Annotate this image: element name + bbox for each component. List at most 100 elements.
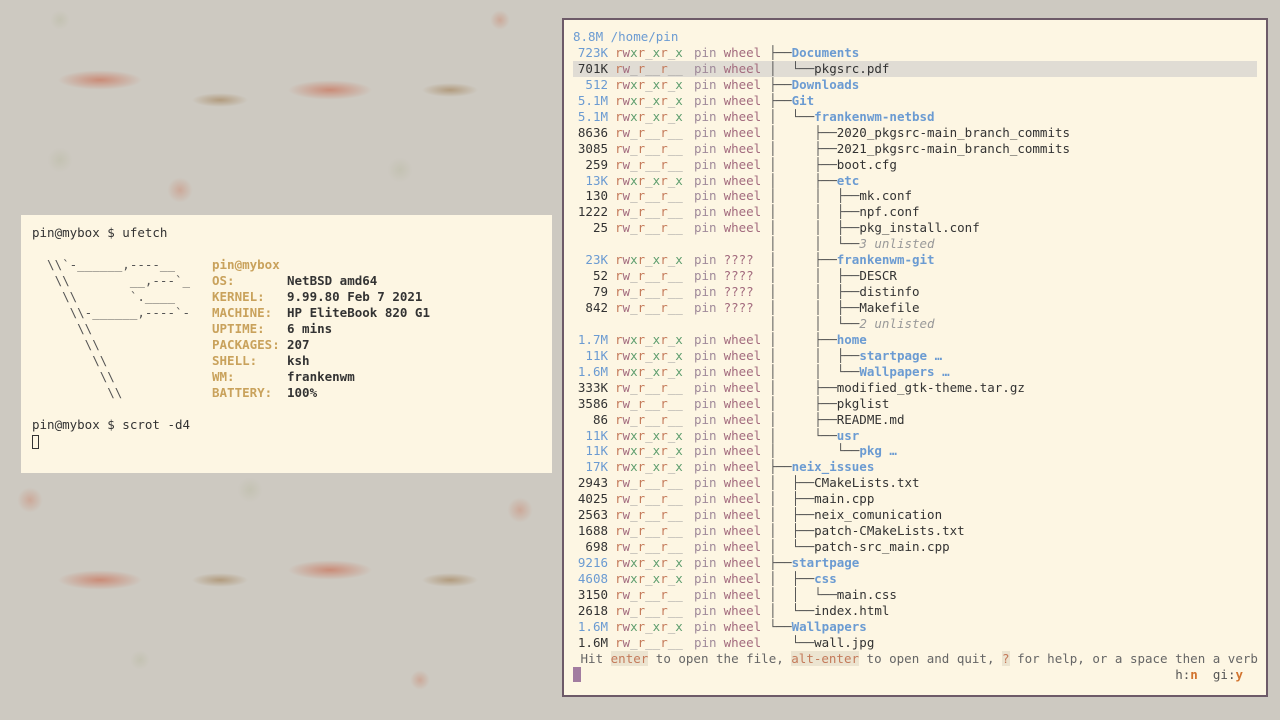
- directory-name[interactable]: Documents: [792, 45, 860, 60]
- tree-row-directory[interactable]: 723K rwxr_xr_x pin wheel ├──Documents: [573, 45, 1257, 61]
- file-name[interactable]: DESCR: [859, 268, 897, 283]
- permissions: rwxr_xr_x: [615, 443, 683, 459]
- owner: pin: [694, 427, 717, 443]
- tree-row-file[interactable]: 3586 rw_r__r__ pin wheel │ ├──pkglist: [573, 396, 1257, 412]
- group: ????: [723, 300, 754, 315]
- tree-row-directory[interactable]: 4608 rwxr_xr_x pin wheel │ ├──css: [573, 571, 1257, 587]
- file-name[interactable]: patch-src_main.cpp: [814, 539, 949, 554]
- directory-name[interactable]: Wallpapers: [792, 619, 867, 634]
- tree-row-file[interactable]: 86 rw_r__r__ pin wheel │ ├──README.md: [573, 412, 1257, 428]
- file-name[interactable]: pkg_install.conf: [859, 220, 979, 235]
- unlisted-entry[interactable]: │ │ └──3 unlisted: [573, 236, 1257, 252]
- tree-row-directory[interactable]: 1.7M rwxr_xr_x pin wheel │ ├──home: [573, 332, 1257, 348]
- group: wheel: [723, 220, 762, 236]
- file-name[interactable]: index.html: [814, 603, 889, 618]
- tree-row-file[interactable]: 1688 rw_r__r__ pin wheel │ ├──patch-CMakeLis…: [573, 523, 1257, 539]
- tree-row-file[interactable]: 3150 rw_r__r__ pin wheel │ │ └──main.css: [573, 587, 1257, 603]
- permissions: rwxr_xr_x: [615, 427, 683, 443]
- directory-name[interactable]: pkg …: [859, 443, 897, 458]
- directory-name[interactable]: usr: [837, 428, 860, 443]
- tree-row-directory[interactable]: 13K rwxr_xr_x pin wheel │ ├──etc: [573, 173, 1257, 189]
- group: wheel: [723, 347, 762, 363]
- tree-row-directory[interactable]: 1.6M rwxr_xr_x pin wheel │ │ └──Wallpapers …: [573, 364, 1257, 380]
- file-name[interactable]: npf.conf: [859, 204, 919, 219]
- file-name[interactable]: 2020_pkgsrc-main_branch_commits: [837, 125, 1070, 140]
- file-name[interactable]: README.md: [837, 412, 905, 427]
- file-name[interactable]: neix_comunication: [814, 507, 942, 522]
- directory-name[interactable]: home: [837, 332, 867, 347]
- tree-row-file[interactable]: 3085 rw_r__r__ pin wheel │ ├──2021_pkgsrc-ma…: [573, 141, 1257, 157]
- tree-row-file[interactable]: 1.6M rw_r__r__ pin wheel └──wall.jpg: [573, 635, 1257, 651]
- file-name[interactable]: patch-CMakeLists.txt: [814, 523, 965, 538]
- file-name[interactable]: wall.jpg: [814, 635, 874, 650]
- tree-row-file[interactable]: 79 rw_r__r__ pin???? │ │ ├──distinfo: [573, 284, 1257, 300]
- tree-row-directory[interactable]: 11K rwxr_xr_x pin wheel │ └──pkg …: [573, 443, 1257, 459]
- tree-row-file[interactable]: 25 rw_r__r__ pin wheel │ │ ├──pkg_install.co…: [573, 220, 1257, 236]
- tree-branch: ├──: [769, 45, 792, 60]
- info-shell: SHELL: ksh: [212, 353, 310, 368]
- tree-row-file[interactable]: 8636 rw_r__r__ pin wheel │ ├──2020_pkgsrc-ma…: [573, 125, 1257, 141]
- file-name[interactable]: pkgsrc.pdf: [814, 61, 889, 76]
- directory-name[interactable]: Git: [792, 93, 815, 108]
- tree-row-directory[interactable]: 1.6M rwxr_xr_x pin wheel └──Wallpapers: [573, 619, 1257, 635]
- terminal-window[interactable]: pin@mybox $ ufetch \\`-______,----__ \\ …: [21, 215, 552, 473]
- file-name[interactable]: distinfo: [859, 284, 919, 299]
- directory-name[interactable]: Downloads: [792, 77, 860, 92]
- directory-name[interactable]: startpage: [792, 555, 860, 570]
- info-battery: BATTERY: 100%: [212, 385, 318, 400]
- group: wheel: [723, 331, 762, 347]
- tree-row-file[interactable]: 2943 rw_r__r__ pin wheel │ ├──CMakeLists.txt: [573, 475, 1257, 491]
- directory-name[interactable]: Wallpapers …: [859, 364, 949, 379]
- tree-row-directory[interactable]: 11K rwxr_xr_x pin wheel │ └──usr: [573, 428, 1257, 444]
- file-name[interactable]: boot.cfg: [837, 157, 897, 172]
- tree-row-directory[interactable]: 9216 rwxr_xr_x pin wheel ├──startpage: [573, 555, 1257, 571]
- permissions: rw_r__r__: [615, 268, 683, 284]
- tree-row-file[interactable]: 2618 rw_r__r__ pin wheel │ └──index.html: [573, 603, 1257, 619]
- directory-name[interactable]: etc: [837, 173, 860, 188]
- directory-name[interactable]: frankenwm-git: [837, 252, 935, 267]
- tree-row-file[interactable]: 52 rw_r__r__ pin???? │ │ ├──DESCR: [573, 268, 1257, 284]
- unlisted-count[interactable]: 3 unlisted: [859, 236, 934, 251]
- owner: pin: [694, 188, 717, 204]
- tree-row-directory[interactable]: 11K rwxr_xr_x pin wheel │ │ ├──startpage …: [573, 348, 1257, 364]
- group: wheel: [723, 76, 762, 92]
- tree-row-file[interactable]: 698 rw_r__r__ pin wheel │ └──patch-src_main.…: [573, 539, 1257, 555]
- command-input-cursor[interactable]: [573, 667, 581, 682]
- group: wheel: [723, 188, 762, 204]
- file-tree[interactable]: 723K rwxr_xr_x pin wheel ├──Documents 701K rw_…: [573, 45, 1257, 651]
- owner: pin: [694, 252, 717, 268]
- broot-window[interactable]: 8.8M /home/pin 723K rwxr_xr_x pin wheel ├──D…: [562, 18, 1268, 697]
- tree-row-directory[interactable]: 23K rwxr_xr_x pin???? │ ├──frankenwm-git: [573, 252, 1257, 268]
- file-name[interactable]: modified_gtk-theme.tar.gz: [837, 380, 1025, 395]
- tree-row-file[interactable]: 842 rw_r__r__ pin???? │ │ ├──Makefile: [573, 300, 1257, 316]
- permissions: rw_r__r__: [615, 523, 683, 539]
- file-name[interactable]: 2021_pkgsrc-main_branch_commits: [837, 141, 1070, 156]
- file-name[interactable]: CMakeLists.txt: [814, 475, 919, 490]
- tree-row-file[interactable]: 701K rw_r__r__ pin wheel │ └──pkgsrc.pdf: [573, 60, 1257, 77]
- tree-row-file[interactable]: 4025 rw_r__r__ pin wheel │ ├──main.cpp: [573, 491, 1257, 507]
- tree-row-directory[interactable]: 17K rwxr_xr_x pin wheel ├──neix_issues: [573, 459, 1257, 475]
- directory-name[interactable]: startpage …: [859, 348, 942, 363]
- file-name[interactable]: main.cpp: [814, 491, 874, 506]
- tree-row-file[interactable]: 259 rw_r__r__ pin wheel │ ├──boot.cfg: [573, 157, 1257, 173]
- file-name[interactable]: mk.conf: [859, 188, 912, 203]
- file-name[interactable]: pkglist: [837, 396, 890, 411]
- file-name[interactable]: Makefile: [859, 300, 919, 315]
- tree-row-directory[interactable]: 5.1M rwxr_xr_x pin wheel │ └──frankenwm-netb…: [573, 109, 1257, 125]
- directory-name[interactable]: frankenwm-netbsd: [814, 109, 934, 124]
- tree-row-file[interactable]: 1222 rw_r__r__ pin wheel │ │ ├──npf.conf: [573, 204, 1257, 220]
- file-size: 3085: [577, 140, 608, 156]
- file-name[interactable]: main.css: [837, 587, 897, 602]
- terminal-cursor[interactable]: [32, 434, 39, 449]
- tree-row-file[interactable]: 333K rw_r__r__ pin wheel │ ├──modified_gtk-t…: [573, 380, 1257, 396]
- input-bar[interactable]: h:n gi:y: [573, 667, 1257, 683]
- directory-name[interactable]: neix_issues: [792, 459, 875, 474]
- tree-row-file[interactable]: 2563 rw_r__r__ pin wheel │ ├──neix_comunicat…: [573, 507, 1257, 523]
- tree-row-directory[interactable]: 5.1M rwxr_xr_x pin wheel ├──Git: [573, 93, 1257, 109]
- tree-row-directory[interactable]: 512 rwxr_xr_x pin wheel ├──Downloads: [573, 77, 1257, 93]
- directory-name[interactable]: css: [814, 571, 837, 586]
- tree-row-file[interactable]: 130 rw_r__r__ pin wheel │ │ ├──mk.conf: [573, 188, 1257, 204]
- permissions: rw_r__r__: [615, 124, 683, 140]
- unlisted-count[interactable]: 2 unlisted: [859, 316, 934, 331]
- unlisted-entry[interactable]: │ │ └──2 unlisted: [573, 316, 1257, 332]
